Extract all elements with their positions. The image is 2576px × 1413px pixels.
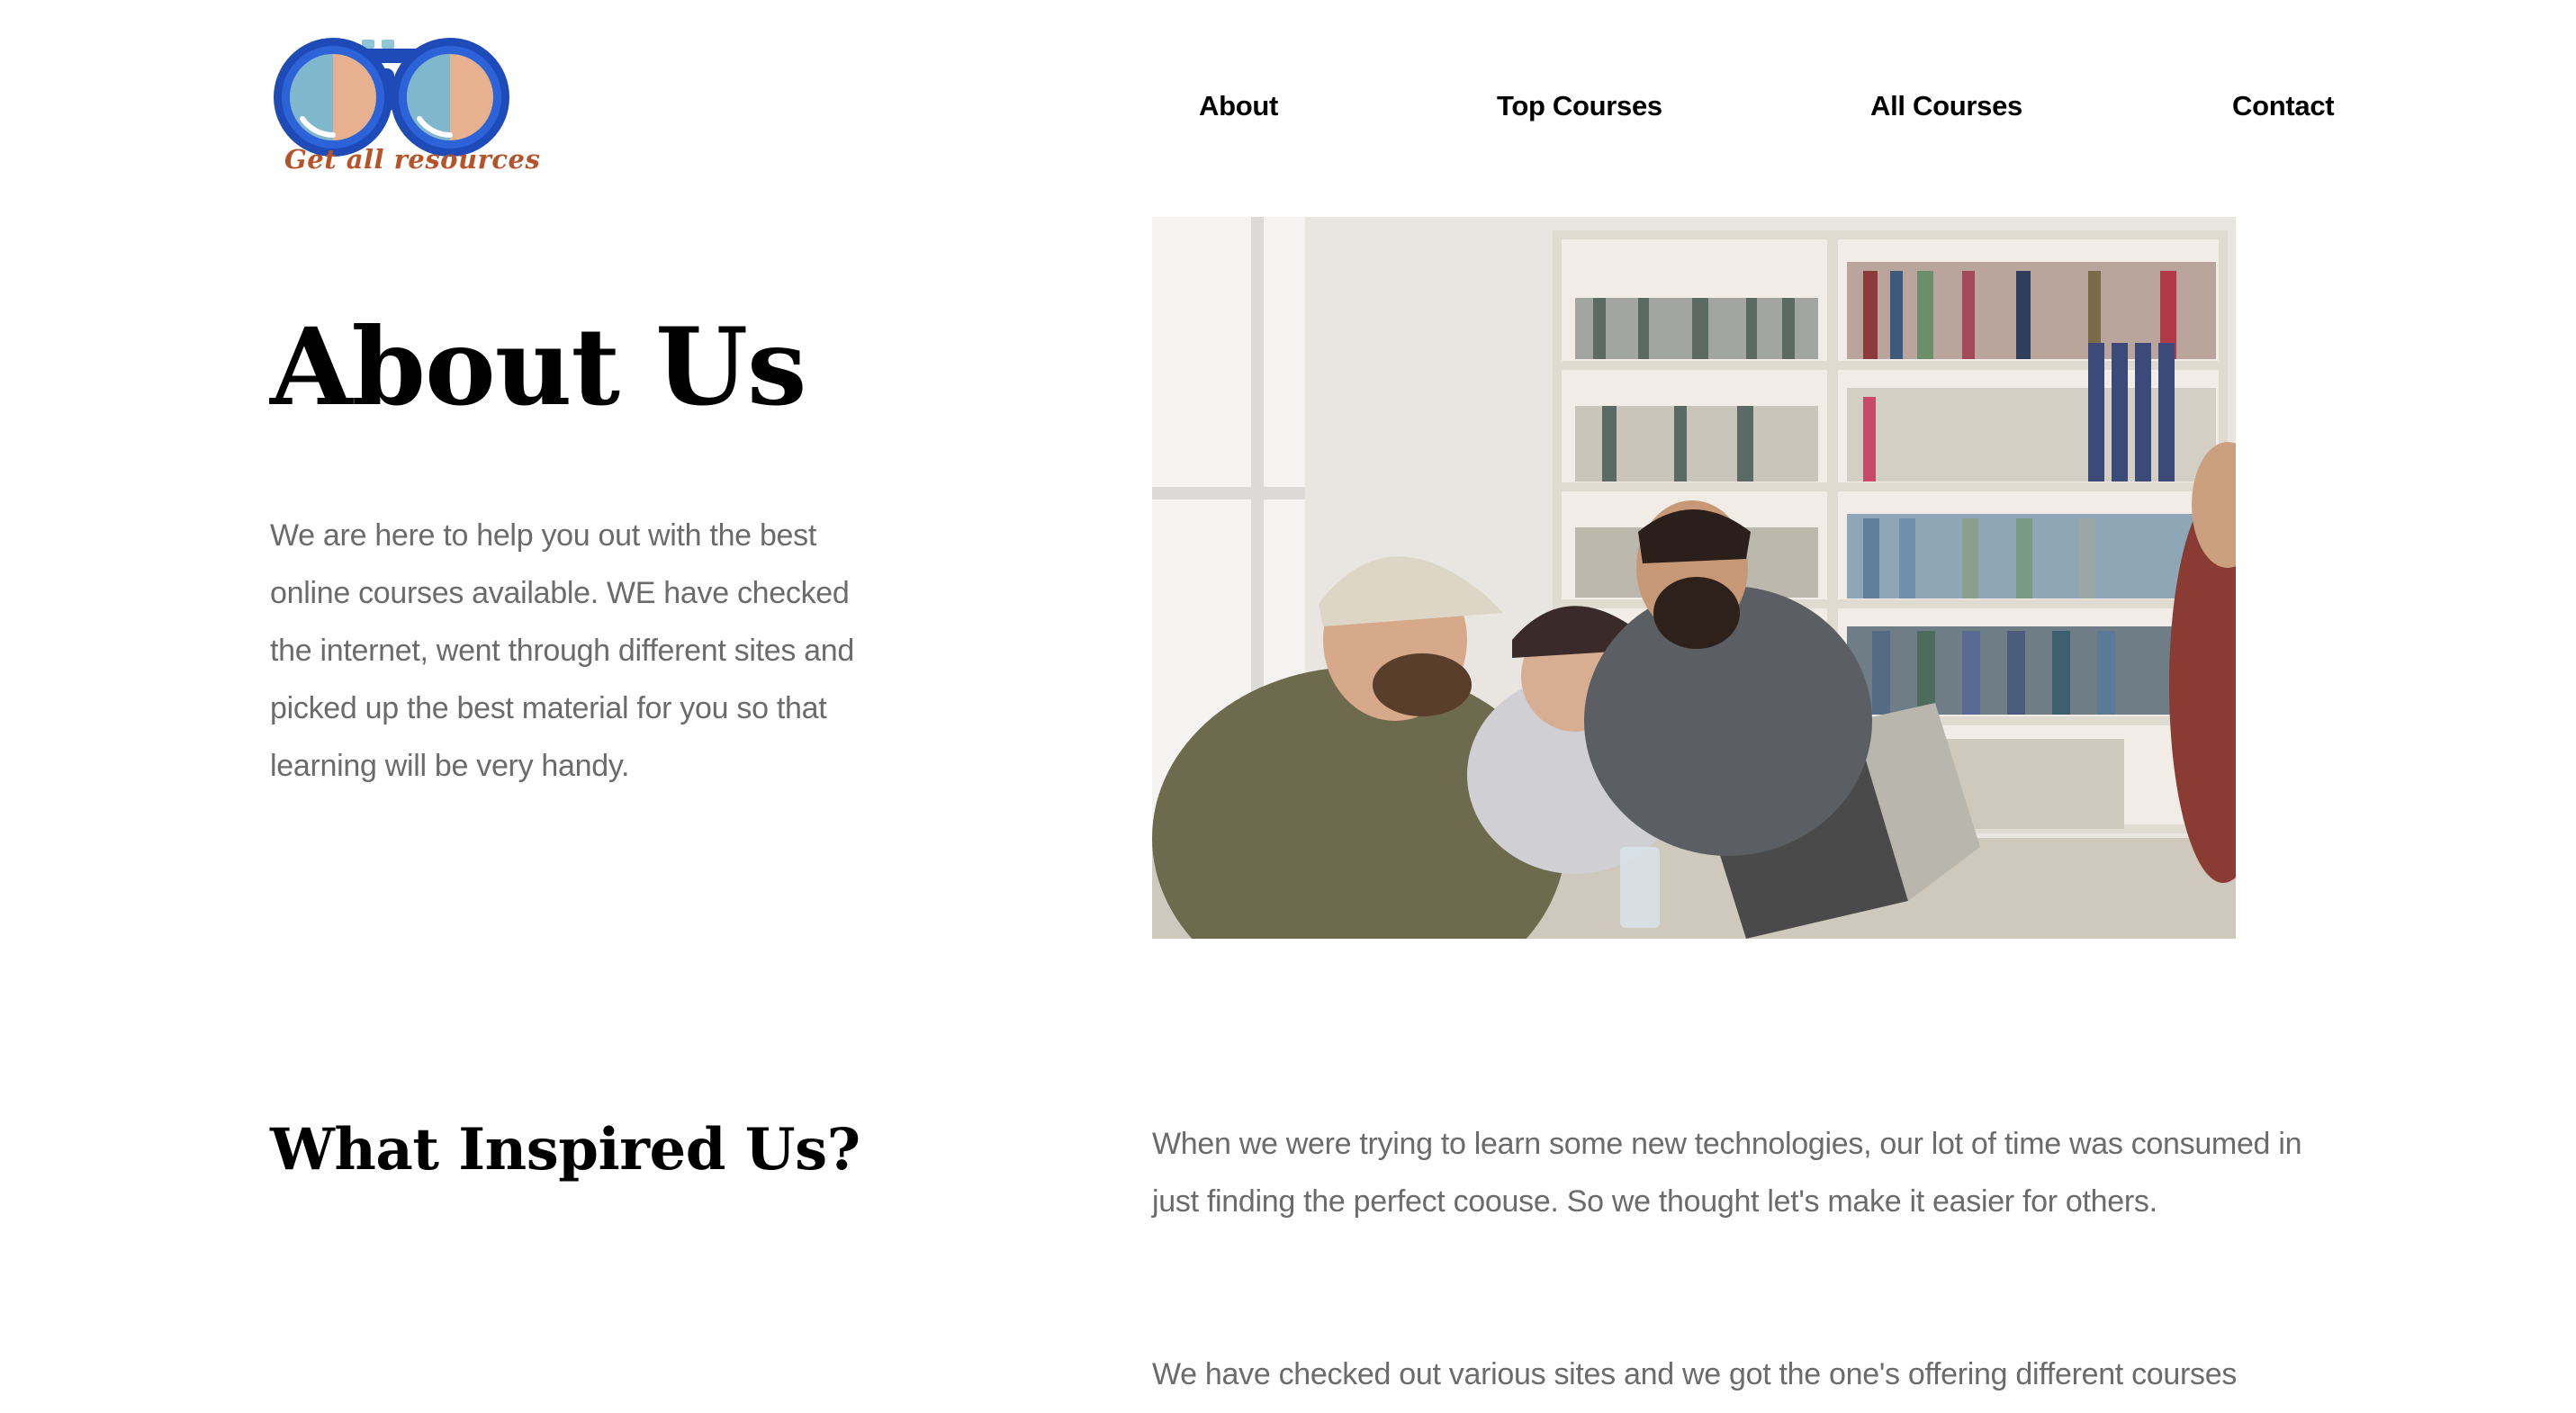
students-photo-illustration: [1152, 217, 2236, 939]
nav-about-link[interactable]: About: [1199, 90, 1278, 122]
about-description: We are here to help you out with the bes…: [270, 518, 855, 783]
nav-contact-link[interactable]: Contact: [2232, 90, 2335, 122]
page-title: About Us: [270, 304, 806, 429]
inspired-paragraph-1: When we were trying to learn some new te…: [1152, 1127, 2302, 1219]
site-logo[interactable]: Get all resources: [270, 34, 540, 187]
inspired-paragraph-2: We have checked out various sites and we…: [1152, 1357, 2238, 1391]
nav-all-courses-link[interactable]: All Courses: [1870, 90, 2022, 122]
nav-top-courses-link[interactable]: Top Courses: [1497, 90, 1662, 122]
hero-photo: [1152, 217, 2236, 939]
section-title: What Inspired Us?: [270, 1116, 860, 1184]
logo-text: Get all resources: [284, 144, 541, 175]
